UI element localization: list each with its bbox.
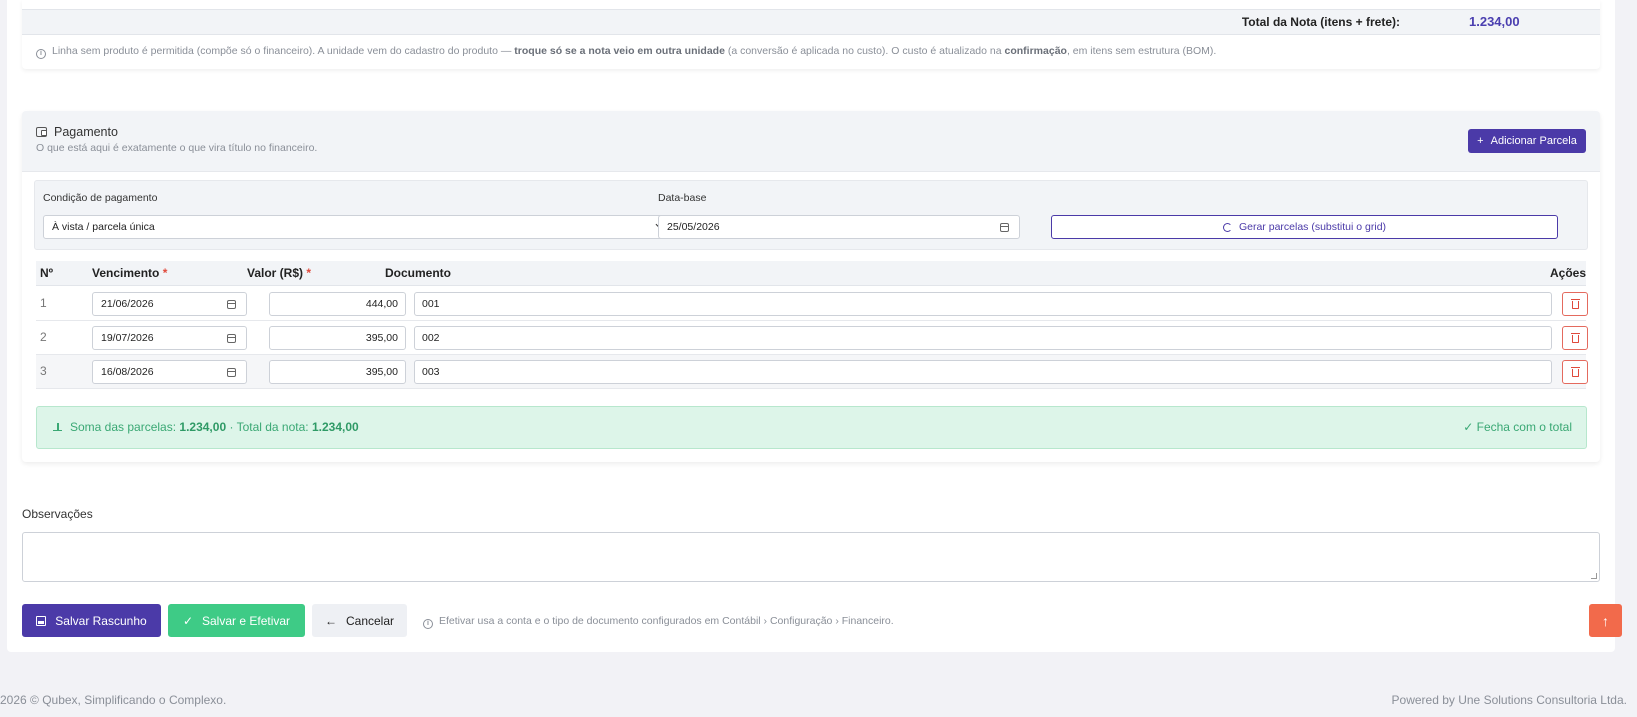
refresh-icon — [1222, 222, 1232, 232]
scroll-to-top-button[interactable]: ↑ — [1589, 604, 1622, 637]
base-date-label: Data-base — [658, 192, 707, 204]
col-actions: Ações — [1550, 266, 1587, 280]
save-draft-button[interactable]: Salvar Rascunho — [22, 604, 161, 637]
payment-header: Pagamento O que está aqui é exatamente o… — [22, 111, 1600, 172]
sum-summary: Soma das parcelas: 1.234,00 · Total da n… — [53, 420, 359, 434]
document-input[interactable]: 002 — [414, 326, 1552, 350]
footer-powered-by: Powered by Une Solutions Consultoria Ltd… — [1391, 693, 1627, 707]
table-row: 3 16/08/2026 395,00 003 — [36, 355, 1588, 389]
value-input[interactable]: 444,00 — [269, 292, 406, 316]
condition-label: Condição de pagamento — [43, 192, 158, 204]
items-hint: i Linha sem produto é permitida (compõe s… — [36, 45, 1216, 59]
installment-number: 1 — [40, 296, 47, 310]
delete-installment-button[interactable] — [1562, 360, 1588, 384]
items-total-value: 1.234,00 — [1469, 14, 1520, 29]
condition-select[interactable]: À vista / parcela única — [43, 215, 679, 239]
payment-card: Pagamento O que está aqui é exatamente o… — [22, 111, 1600, 462]
double-check-icon: ✓ — [182, 613, 193, 628]
col-document: Documento — [385, 266, 451, 280]
trash-icon — [1571, 367, 1580, 377]
col-due-date: Vencimento * — [92, 266, 168, 280]
arrow-up-icon: ↑ — [1602, 612, 1609, 629]
wallet-icon — [36, 127, 47, 137]
check-icon: ✓ — [1463, 420, 1474, 434]
save-and-confirm-button[interactable]: ✓ Salvar e Efetivar — [168, 604, 305, 637]
items-total-label: Total da Nota (itens + frete): — [1241, 15, 1400, 29]
calendar-icon[interactable] — [227, 334, 236, 343]
due-date-input[interactable]: 19/07/2026 — [92, 326, 247, 350]
add-installment-button[interactable]: + Adicionar Parcela — [1468, 129, 1586, 153]
resize-handle[interactable] — [1591, 573, 1597, 579]
calendar-icon[interactable] — [1000, 223, 1009, 232]
value-input[interactable]: 395,00 — [269, 360, 406, 384]
col-number: Nº — [40, 266, 54, 280]
scale-icon — [53, 423, 62, 431]
generate-installments-button[interactable]: Gerar parcelas (substitui o grid) — [1051, 215, 1558, 239]
document-input[interactable]: 001 — [414, 292, 1552, 316]
col-value: Valor (R$) * — [247, 266, 312, 280]
installments-table-header: Nº Vencimento * Valor (R$) * Documento A… — [36, 261, 1586, 286]
delete-installment-button[interactable] — [1562, 292, 1588, 316]
installment-number: 2 — [40, 330, 47, 344]
calendar-icon[interactable] — [227, 300, 236, 309]
installments-sum-bar: Soma das parcelas: 1.234,00 · Total da n… — [36, 406, 1587, 449]
sum-status: ✓ Fecha com o total — [1463, 420, 1572, 434]
observations-textarea[interactable] — [22, 532, 1600, 582]
trash-icon — [1571, 333, 1580, 343]
info-icon: i — [423, 619, 433, 629]
delete-installment-button[interactable] — [1562, 326, 1588, 350]
cancel-button[interactable]: ← Cancelar — [312, 604, 407, 637]
arrow-left-icon: ← — [324, 613, 337, 628]
info-icon: i — [36, 49, 46, 59]
items-total-row: Total da Nota (itens + frete): 1.234,00 — [22, 9, 1600, 35]
table-row: 1 21/06/2026 444,00 001 — [36, 287, 1588, 321]
payment-subtitle: O que está aqui é exatamente o que vira … — [36, 142, 318, 154]
footer-copyright: 2026 © Qubex, Simplificando o Complexo. — [0, 693, 227, 707]
trash-icon — [1571, 299, 1580, 309]
value-input[interactable]: 395,00 — [269, 326, 406, 350]
save-icon — [36, 615, 47, 626]
plus-icon: + — [1477, 135, 1484, 147]
due-date-input[interactable]: 21/06/2026 — [92, 292, 247, 316]
calendar-icon[interactable] — [227, 368, 236, 377]
observations-label: Observações — [22, 507, 93, 521]
document-input[interactable]: 003 — [414, 360, 1552, 384]
base-date-input[interactable]: 25/05/2026 — [658, 215, 1020, 239]
payment-condition-panel: Condição de pagamento À vista / parcela … — [34, 180, 1588, 250]
payment-title: Pagamento — [36, 125, 118, 139]
items-card: Total da Nota (itens + frete): 1.234,00 … — [22, 0, 1600, 69]
installment-number: 3 — [40, 364, 47, 378]
due-date-input[interactable]: 16/08/2026 — [92, 360, 247, 384]
table-row: 2 19/07/2026 395,00 002 — [36, 321, 1588, 355]
confirm-hint: i Efetivar usa a conta e o tipo de docume… — [423, 615, 894, 629]
